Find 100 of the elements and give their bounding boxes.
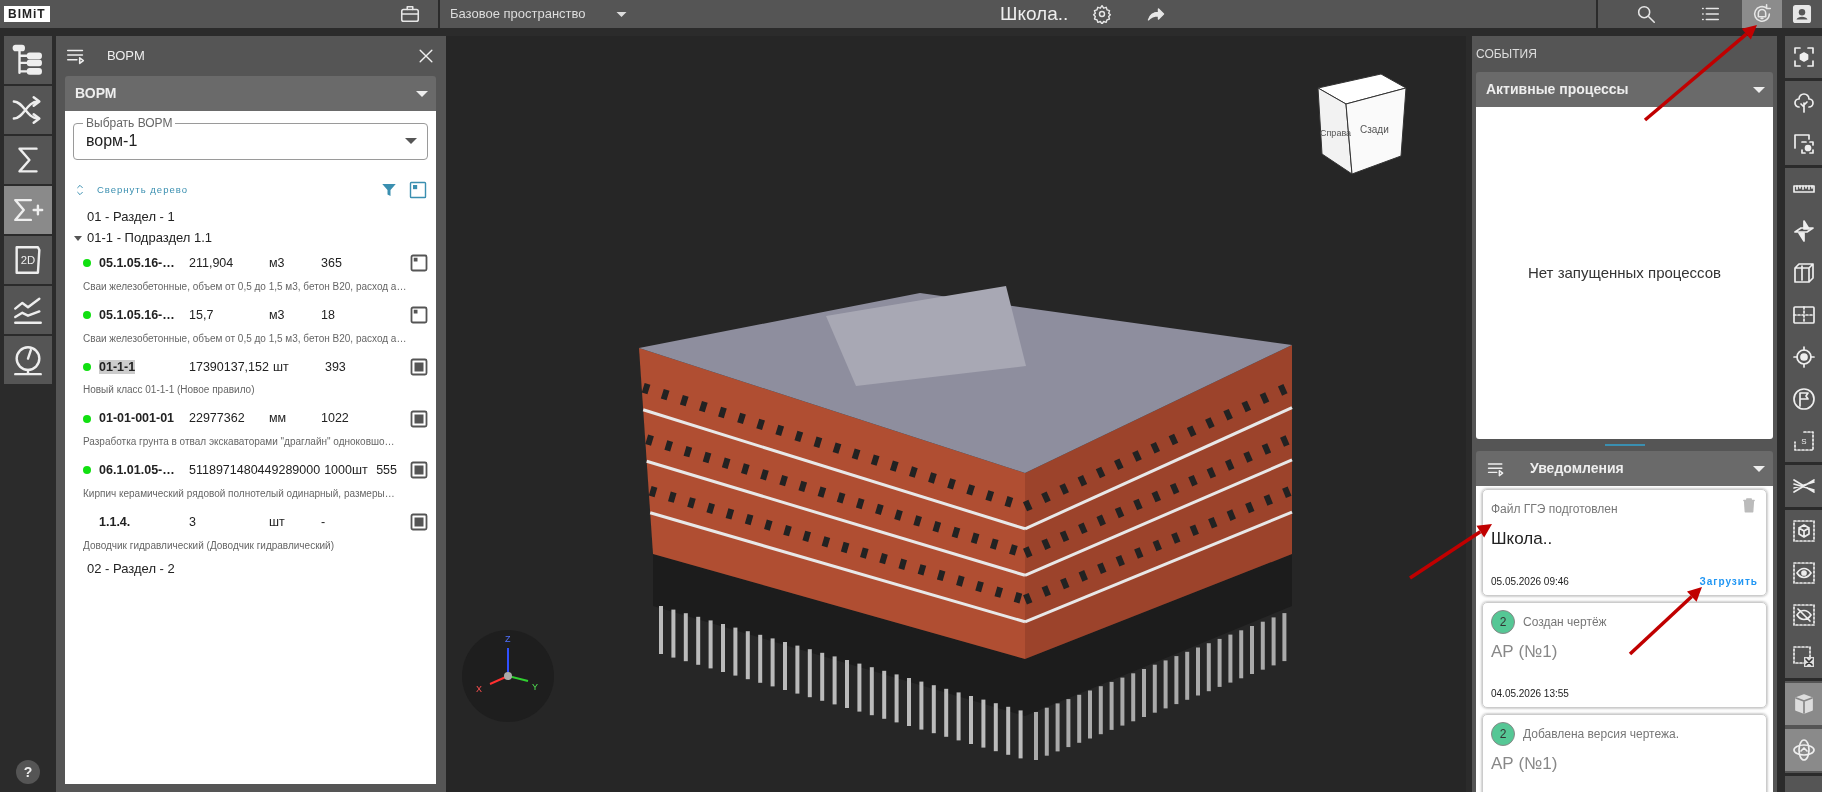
focus-frame-icon [1791, 45, 1816, 69]
tool-button[interactable] [4, 336, 52, 384]
axis-arrows-drawing [489, 647, 529, 685]
caret-icon [615, 11, 627, 17]
panel-title: СОБЫТИЯ [1476, 46, 1537, 63]
tool-button[interactable] [4, 36, 52, 84]
item-count: 1022 [321, 410, 350, 428]
tree-icon [1791, 90, 1816, 114]
filter-icon [380, 181, 398, 199]
target-icon [1791, 345, 1816, 369]
checkbox[interactable] [410, 409, 428, 428]
tool-button[interactable] [4, 186, 52, 234]
section-header[interactable]: ВОРМ [65, 76, 436, 111]
item-count: 18 [321, 306, 336, 324]
caret-icon [405, 138, 417, 144]
item-count: 365 [321, 255, 343, 272]
panel-toggle-button[interactable] [408, 180, 428, 200]
tree-node-label[interactable]: 01-1 - Подраздел 1.1 [87, 227, 213, 248]
cube-face-label: Сзади [1360, 124, 1389, 135]
caret-icon [1753, 86, 1765, 93]
panel-toggle-icon [408, 180, 428, 200]
notification-subject: АР (№1) [1491, 753, 1559, 775]
panel-title: ВОРМ [107, 47, 145, 66]
checkbox[interactable] [410, 461, 429, 480]
item-count: - [321, 513, 327, 531]
item-code: 05.1.05.16-… [99, 307, 175, 322]
tree-node-label[interactable]: 01 - Раздел - 1 [87, 206, 175, 227]
view-cube[interactable] [1317, 73, 1407, 175]
floor-plan-icon [1791, 303, 1816, 327]
count-badge: 2 [1491, 722, 1515, 746]
tool-button[interactable]: 2D [4, 236, 52, 284]
item-unit: м3 [269, 255, 286, 272]
item-code: 01-01-001-01 [99, 411, 175, 426]
tool-button[interactable]: S [1785, 420, 1822, 462]
section-box-icon [1791, 261, 1816, 285]
tool-button[interactable] [4, 286, 52, 334]
help-button[interactable]: ? [16, 760, 40, 784]
filter-button[interactable] [380, 181, 398, 199]
settings-icon [1092, 4, 1113, 24]
dashed-frame-eye-icon [1791, 561, 1816, 585]
item-unit: шт [272, 358, 290, 376]
item-quantity: 3 [189, 513, 197, 531]
count-badge: 2 [1491, 609, 1515, 634]
resize-handle[interactable] [1604, 444, 1645, 446]
item-description: Сваи железобетонные, объем от 0,5 до 1,5 м3, бетон В20, расход а… [83, 279, 408, 294]
checkbox[interactable] [410, 357, 428, 376]
delete-icon [1740, 496, 1758, 514]
notification-title: Файл ГГЭ подготовлен [1491, 501, 1618, 518]
project-title: Школа.. [1000, 1, 1069, 26]
orbit-icon [1791, 738, 1816, 762]
item-quantity: 17390137,152 [189, 358, 269, 376]
tool-button[interactable] [4, 136, 52, 184]
item-description: Новый класс 01-1-1 (Новое правило) [83, 383, 256, 398]
section-plane-icon [1791, 219, 1816, 243]
notification-bell-icon [1751, 3, 1773, 25]
dashed-frame-cube-icon [1791, 519, 1816, 543]
notification-card[interactable]: 2 Создан чертёж АР (№1) 04.05.2026 13:55 [1482, 601, 1767, 708]
notification-title: Добавлена версия чертежа. [1523, 726, 1679, 743]
notification-subject: Школа.. [1491, 528, 1554, 550]
notification-card[interactable]: 2 Добавлена версия чертежа. АР (№1) [1482, 714, 1767, 792]
flag-icon [1791, 387, 1816, 411]
tool-button[interactable] [1785, 729, 1822, 771]
search-icon [1635, 3, 1657, 25]
collapse-tree-link[interactable]: Свернуть дерево [97, 182, 188, 198]
vorm-select[interactable]: Выбрать ВОРМ ворм-1 [73, 117, 428, 160]
caret-icon [416, 90, 428, 97]
checkbox[interactable] [410, 254, 428, 273]
item-code: 06.1.01.05-… [99, 463, 175, 477]
item-description: Доводчик гидравлический (Доводчик гидравлический) [83, 538, 335, 553]
axis-label: Y [532, 682, 538, 692]
item-quantity: 15,7 [189, 306, 215, 324]
notification-time: 04.05.2026 13:55 [1491, 687, 1569, 701]
notification-subject: АР (№1) [1491, 640, 1559, 663]
axis-label: X [476, 684, 482, 694]
item-description: Разработка грунта в отвал экскаваторами "драглайн" одноковшо… [83, 435, 396, 449]
tool-button[interactable] [4, 86, 52, 134]
item-code: 01-1-1 [99, 359, 136, 374]
item-code: 1.1.4. [99, 514, 131, 529]
workspace-dropdown[interactable]: Базовое пространство [440, 0, 1000, 28]
logo[interactable]: BIMiT [4, 6, 50, 22]
dashed-frame-eye-off-icon [1791, 603, 1816, 627]
screen-focus-icon [1791, 132, 1816, 156]
tree-node-label[interactable]: 02 - Раздел - 2 [87, 559, 175, 579]
item-unit: м3 [269, 306, 286, 324]
user-icon [1791, 3, 1813, 25]
item-unit: мм [269, 410, 288, 428]
item-count: 555 [376, 462, 399, 479]
section-header[interactable]: Активные процессы [1476, 72, 1773, 107]
section-header[interactable]: Уведомления [1476, 451, 1773, 486]
checkbox[interactable] [410, 513, 428, 532]
item-quantity: 22977362 [189, 410, 246, 428]
item-unit: шт [269, 513, 286, 531]
notification-title: Создан чертёж [1523, 613, 1607, 631]
item-count: 393 [324, 358, 347, 376]
checkbox[interactable] [410, 306, 428, 325]
dashed-frame-close-icon [1791, 645, 1816, 669]
caret-icon [1753, 465, 1765, 472]
notifications-button[interactable] [1742, 0, 1782, 28]
tree-list-icon [11, 43, 45, 77]
notification-time: 05.05.2026 09:46 [1491, 574, 1569, 589]
